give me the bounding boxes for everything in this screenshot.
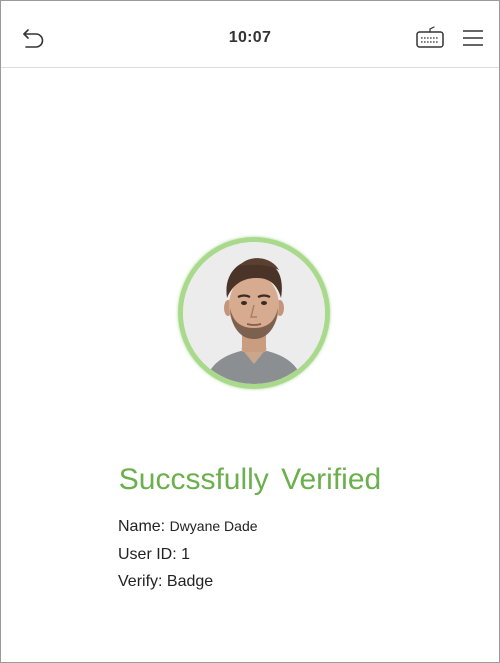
user-id-value: 1 [181, 546, 191, 563]
keyboard-button[interactable] [414, 25, 446, 51]
name-label: Name: [118, 518, 166, 535]
verify-label: Verify: [118, 573, 163, 590]
verify-value: Badge [166, 573, 214, 590]
keyboard-icon [416, 26, 444, 48]
user-id-row: User ID: 1 [118, 546, 190, 564]
device-screen: 10:07 Succssfully Verified Name: Dwyane … [0, 0, 500, 663]
name-value: Dwyane Dade [169, 518, 258, 534]
user-photo [183, 242, 325, 384]
user-name-row: Name: Dwyane Dade [118, 518, 258, 536]
top-bar: 10:07 [1, 1, 499, 68]
menu-button[interactable] [459, 25, 487, 51]
user-id-label: User ID: [118, 546, 177, 563]
menu-icon [463, 30, 483, 46]
user-photo-ring [178, 237, 330, 389]
user-avatar-icon [183, 242, 325, 384]
verification-status: Succssfully Verified [118, 463, 382, 496]
verify-method-row: Verify: Badge [118, 573, 213, 591]
